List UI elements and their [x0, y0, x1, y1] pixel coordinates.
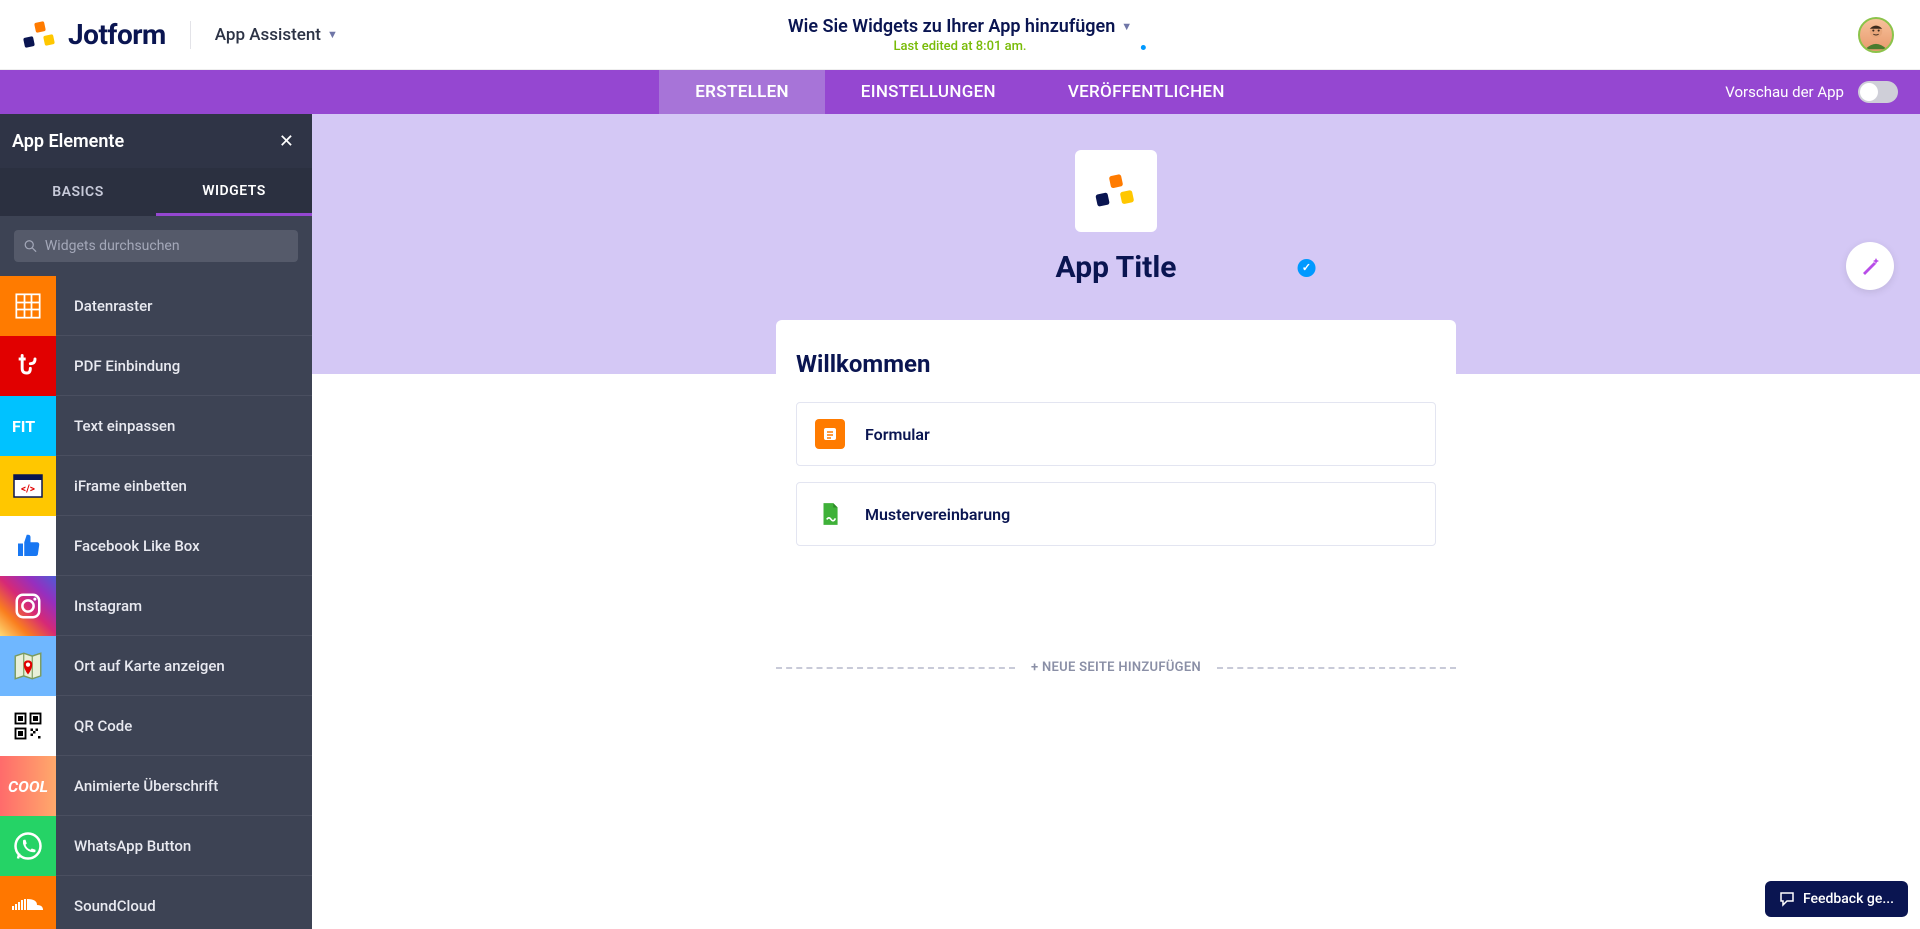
widget-item-whatsapp[interactable]: WhatsApp Button [0, 816, 312, 876]
sidebar-search[interactable] [14, 230, 298, 262]
divider [190, 21, 191, 49]
widget-item-soundcloud[interactable]: SoundCloud [0, 876, 312, 929]
widget-label: Instagram [74, 597, 142, 615]
verified-badge: ✓ [1298, 259, 1316, 277]
widget-label: PDF Einbindung [74, 357, 180, 375]
widget-item-qr[interactable]: QR Code [0, 696, 312, 756]
widget-label: Facebook Like Box [74, 537, 200, 555]
status-dot [1141, 45, 1146, 50]
sidebar-header: App Elemente ✕ [0, 114, 312, 168]
widget-label: Text einpassen [74, 417, 175, 435]
feedback-label: Feedback ge... [1803, 891, 1894, 907]
assistent-label: App Assistent [215, 25, 321, 45]
widget-item-pdf[interactable]: PDF Einbindung [0, 336, 312, 396]
tab-veroeffentlichen[interactable]: VERÖFFENTLICHEN [1032, 70, 1261, 114]
soundcloud-icon [0, 876, 56, 929]
jotform-icon [22, 17, 58, 53]
chevron-down-icon: ▼ [327, 28, 338, 41]
magic-wand-button[interactable] [1846, 242, 1894, 290]
avatar-icon [1860, 17, 1892, 53]
widget-label: QR Code [74, 717, 132, 735]
sidebar-title: App Elemente [12, 131, 124, 152]
facebook-like-icon [0, 516, 56, 576]
pdf-icon [0, 336, 56, 396]
widget-label: iFrame einbetten [74, 477, 187, 495]
app-title-wrap: App Title ✓ [1056, 250, 1177, 285]
row-label: Formular [865, 425, 930, 444]
wand-icon [1858, 254, 1882, 278]
widget-label: Animierte Überschrift [74, 777, 218, 795]
widget-item-instagram[interactable]: Instagram [0, 576, 312, 636]
widget-item-map[interactable]: Ort auf Karte anzeigen [0, 636, 312, 696]
jotform-icon [1094, 169, 1138, 213]
chat-icon [1779, 891, 1795, 907]
top-bar-center: Wie Sie Widgets zu Ihrer App hinzufügen … [788, 16, 1132, 54]
form-icon [815, 419, 845, 449]
chevron-down-icon: ▼ [1121, 20, 1132, 33]
widget-item-facebook[interactable]: Facebook Like Box [0, 516, 312, 576]
preview-toggle[interactable] [1858, 81, 1898, 103]
card-row-mustervereinbarung[interactable]: Mustervereinbarung [796, 482, 1436, 546]
grid-icon [0, 276, 56, 336]
widget-label: Ort auf Karte anzeigen [74, 657, 225, 675]
canvas: App Title ✓ Willkommen Formular Musterve… [312, 114, 1920, 929]
widget-label: SoundCloud [74, 897, 156, 915]
sidebar-tab-widgets[interactable]: WIDGETS [156, 168, 312, 216]
instagram-icon [0, 576, 56, 636]
welcome-card: Willkommen Formular Mustervereinbarung [776, 320, 1456, 566]
top-bar-right [1858, 17, 1894, 53]
feedback-button[interactable]: Feedback ge... [1765, 881, 1908, 917]
widget-item-animated-heading[interactable]: COOL Animierte Überschrift [0, 756, 312, 816]
app-title[interactable]: App Title [1056, 250, 1177, 285]
widget-label: WhatsApp Button [74, 837, 191, 855]
preview-label: Vorschau der App [1725, 83, 1844, 101]
svg-text:FIT: FIT [12, 417, 35, 436]
iframe-icon: </> [0, 456, 56, 516]
add-page-divider: + NEUE SEITE HINZUFÜGEN [776, 660, 1456, 675]
widget-list[interactable]: Datenraster PDF Einbindung FIT Text einp… [0, 276, 312, 929]
svg-text:COOL: COOL [8, 777, 48, 796]
tab-erstellen[interactable]: ERSTELLEN [659, 70, 825, 114]
sidebar-search-wrap [0, 216, 312, 276]
svg-text:</>: </> [21, 484, 35, 495]
map-icon [0, 636, 56, 696]
user-avatar[interactable] [1858, 17, 1894, 53]
app-logo[interactable] [1075, 150, 1157, 232]
add-page-button[interactable]: + NEUE SEITE HINZUFÜGEN [1031, 660, 1201, 675]
app-name-dropdown[interactable]: Wie Sie Widgets zu Ihrer App hinzufügen … [788, 16, 1132, 37]
top-bar: Jotform App Assistent ▼ Wie Sie Widgets … [0, 0, 1920, 70]
app-assistent-dropdown[interactable]: App Assistent ▼ [215, 25, 338, 45]
widget-label: Datenraster [74, 297, 152, 315]
tab-einstellungen[interactable]: EINSTELLUNGEN [825, 70, 1032, 114]
search-input[interactable] [45, 238, 288, 254]
app-name-text: Wie Sie Widgets zu Ihrer App hinzufügen [788, 16, 1115, 37]
preview-toggle-wrap: Vorschau der App [1725, 81, 1898, 103]
last-edited-label: Last edited at 8:01 am. [788, 39, 1132, 54]
whatsapp-icon [0, 816, 56, 876]
close-icon[interactable]: ✕ [279, 131, 294, 152]
document-sign-icon [815, 499, 845, 529]
sidebar: App Elemente ✕ BASICS WIDGETS Datenraste… [0, 114, 312, 929]
card-row-formular[interactable]: Formular [796, 402, 1436, 466]
welcome-title: Willkommen [796, 350, 1436, 378]
widget-item-text-fit[interactable]: FIT Text einpassen [0, 396, 312, 456]
main-tabbar: ERSTELLEN EINSTELLUNGEN VERÖFFENTLICHEN … [0, 70, 1920, 114]
widget-item-datenraster[interactable]: Datenraster [0, 276, 312, 336]
animated-text-icon: COOL [0, 756, 56, 816]
brand-logo[interactable]: Jotform [22, 17, 166, 53]
qr-icon [0, 696, 56, 756]
sidebar-tab-basics[interactable]: BASICS [0, 168, 156, 216]
sidebar-tabs: BASICS WIDGETS [0, 168, 312, 216]
top-bar-left: Jotform App Assistent ▼ [22, 17, 338, 53]
search-icon [24, 239, 37, 253]
widget-item-iframe[interactable]: </> iFrame einbetten [0, 456, 312, 516]
fit-icon: FIT [0, 396, 56, 456]
brand-name: Jotform [68, 18, 166, 51]
row-label: Mustervereinbarung [865, 505, 1010, 524]
